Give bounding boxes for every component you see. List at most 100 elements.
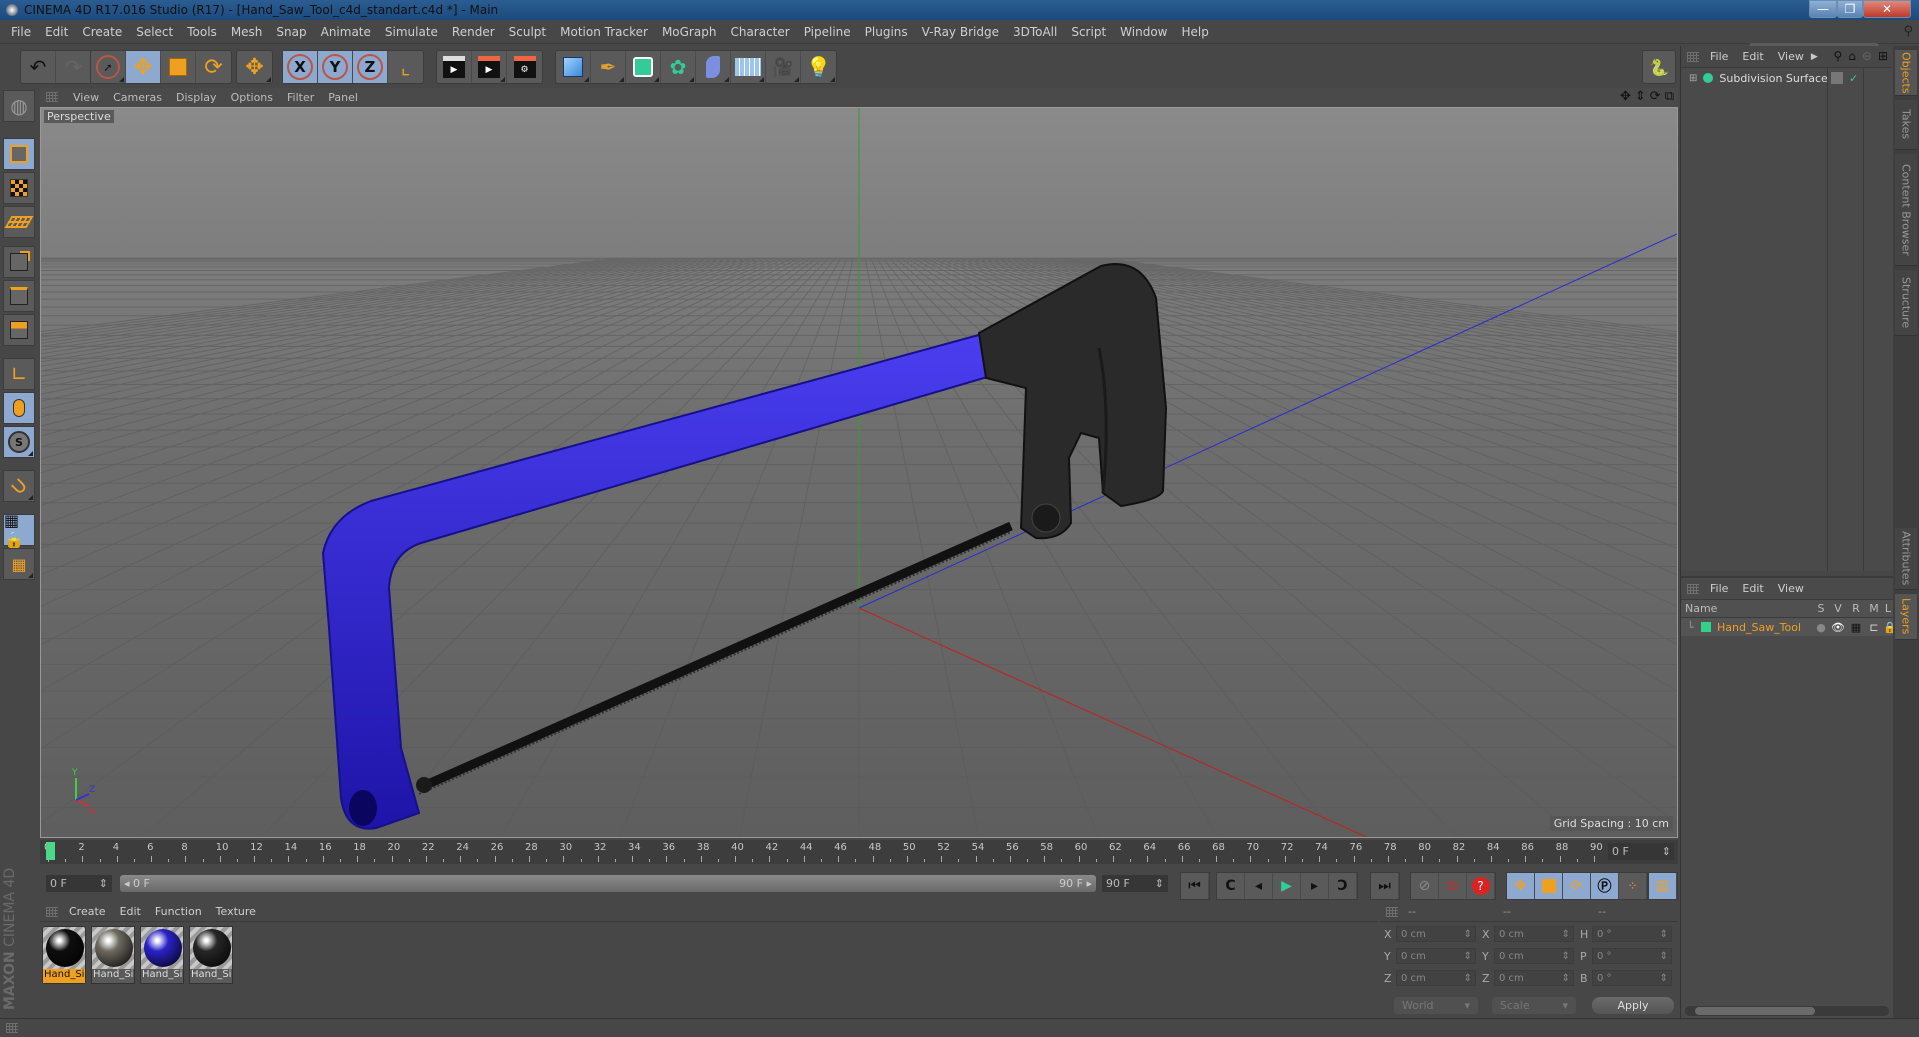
stepper-icon[interactable]: ⇕	[1464, 973, 1472, 984]
viewport-menu-options[interactable]: Options	[224, 91, 280, 104]
menu-help[interactable]: Help	[1174, 25, 1215, 39]
side-tab-takes[interactable]: Takes	[1895, 100, 1917, 150]
stepper-icon[interactable]: ⇕	[1464, 929, 1472, 940]
menu-snap[interactable]: Snap	[269, 25, 313, 39]
panel-gripper-icon[interactable]	[1386, 906, 1398, 917]
viewport-menu-panel[interactable]: Panel	[321, 91, 365, 104]
objects-menu-file[interactable]: File	[1703, 50, 1735, 63]
floor-button[interactable]	[731, 51, 766, 83]
solo-mode-button[interactable]: S	[3, 426, 35, 458]
new-window-icon[interactable]: ⊞	[1878, 49, 1888, 63]
edges-mode-button[interactable]	[3, 280, 35, 312]
model-mode-button[interactable]	[3, 138, 35, 170]
menu-window[interactable]: Window	[1113, 25, 1174, 39]
link-icon[interactable]: ⊖	[1862, 49, 1872, 63]
more-menu-icon[interactable]: ▶	[1811, 52, 1818, 62]
menu-sculpt[interactable]: Sculpt	[502, 25, 553, 39]
tweak-mode-button[interactable]	[3, 392, 35, 424]
move-button[interactable]: ✥	[126, 51, 161, 83]
menu-3dtoall[interactable]: 3DToAll	[1006, 25, 1064, 39]
rotation-field[interactable]: 0 ° ⇕	[1592, 948, 1672, 964]
next-key-button[interactable]: Ↄ	[1329, 873, 1357, 899]
stepper-icon[interactable]: ⇕	[1660, 951, 1668, 962]
minimize-button[interactable]: —	[1809, 0, 1837, 18]
menu-simulate[interactable]: Simulate	[378, 25, 445, 39]
deformer-button[interactable]	[696, 51, 731, 83]
pen-button[interactable]: ✒	[591, 51, 626, 83]
size-field[interactable]: 0 cm ⇕	[1494, 926, 1574, 942]
key-scale-button[interactable]	[1535, 873, 1563, 899]
material-thumbnail[interactable]: Hand_Si	[42, 926, 86, 984]
start-frame-field[interactable]: 0 F ⇕	[46, 875, 112, 892]
side-tab-objects[interactable]: Objects	[1895, 50, 1917, 96]
search-icon[interactable]: ⚲	[1903, 24, 1913, 39]
menu-edit[interactable]: Edit	[38, 25, 75, 39]
apply-button[interactable]: Apply	[1592, 997, 1674, 1014]
rotation-field[interactable]: 0 ° ⇕	[1592, 970, 1672, 986]
undo-button[interactable]: ↶	[21, 51, 56, 83]
side-tab-layers[interactable]: Layers	[1895, 594, 1917, 640]
layers-menu-view[interactable]: View	[1771, 582, 1811, 595]
material-name[interactable]: Hand_Si	[190, 969, 232, 983]
material-thumbnail[interactable]: Hand_Si	[91, 926, 135, 984]
side-tab-attributes[interactable]: Attributes	[1895, 528, 1917, 590]
layer-name[interactable]: Hand_Saw_Tool	[1717, 621, 1813, 634]
frame-range-slider[interactable]: ◂ 0 F 90 F ▸	[120, 875, 1096, 892]
stepper-icon[interactable]: ⇕	[1562, 973, 1570, 984]
material-menu-create[interactable]: Create	[62, 905, 113, 918]
go-to-end-button[interactable]: ⏭	[1371, 873, 1399, 899]
coordinate-system-button[interactable]: ⌞	[388, 51, 423, 83]
material-thumbnail[interactable]: Hand_Si	[189, 926, 233, 984]
workplane-align-button[interactable]: ▦	[3, 548, 35, 580]
render-view-button[interactable]: ▶	[437, 51, 472, 83]
menu-create[interactable]: Create	[75, 25, 129, 39]
play-button[interactable]: ▶	[1273, 873, 1301, 899]
coordinate-mode-dropdown[interactable]: Scale ▾	[1492, 997, 1576, 1014]
restore-button[interactable]: ❐	[1837, 0, 1863, 18]
objects-menu-edit[interactable]: Edit	[1735, 50, 1770, 63]
layer-swatch-icon[interactable]	[1831, 72, 1843, 84]
material-menu-edit[interactable]: Edit	[113, 905, 148, 918]
horizontal-scrollbar[interactable]	[1685, 1006, 1889, 1016]
solo-toggle-icon[interactable]: ●	[1813, 621, 1829, 634]
scrollbar-thumb[interactable]	[1695, 1007, 1815, 1015]
stepper-icon[interactable]: ⇕	[1562, 951, 1570, 962]
menu-animate[interactable]: Animate	[314, 25, 378, 39]
autokeying-button[interactable]: ?	[1467, 873, 1495, 899]
z-axis-button[interactable]: Z	[353, 51, 388, 83]
record-active-objects-button[interactable]: ⊙	[1439, 873, 1467, 899]
previous-frame-button[interactable]: ◂	[1245, 873, 1273, 899]
side-tab-structure[interactable]: Structure	[1895, 270, 1917, 336]
axis-mode-button[interactable]: ∟	[3, 358, 35, 390]
material-menu-function[interactable]: Function	[148, 905, 209, 918]
recent-tool-button[interactable]: ✥	[237, 51, 272, 83]
points-mode-button[interactable]	[3, 246, 35, 278]
current-frame-marker[interactable]	[46, 842, 55, 860]
y-axis-button[interactable]: Y	[318, 51, 353, 83]
panel-gripper-icon[interactable]	[46, 907, 58, 917]
camera-button[interactable]: 🎥	[766, 51, 801, 83]
live-selection-button[interactable]: ➚	[91, 51, 126, 83]
stepper-icon[interactable]: ⇕	[1660, 929, 1668, 940]
rotate-button[interactable]: ⟳	[196, 51, 231, 83]
orbit-icon[interactable]: ⟳	[1650, 89, 1661, 104]
x-axis-button[interactable]: X	[283, 51, 318, 83]
redo-button[interactable]: ↷	[56, 51, 91, 83]
snap-button[interactable]: ∪	[3, 470, 35, 502]
size-field[interactable]: 0 cm ⇕	[1494, 948, 1574, 964]
material-name[interactable]: Hand_Si	[92, 969, 134, 983]
visibility-eye-icon[interactable]: 👁	[1829, 621, 1847, 634]
menu-pipeline[interactable]: Pipeline	[797, 25, 858, 39]
maximize-view-icon[interactable]: ⧉	[1665, 89, 1674, 104]
viewport-menu-filter[interactable]: Filter	[280, 91, 321, 104]
panel-gripper-icon[interactable]	[6, 1023, 18, 1033]
lock-workplane-button[interactable]: ▦🔒	[3, 511, 35, 549]
subdivision-surface-button[interactable]	[626, 51, 661, 83]
render-clapper-icon[interactable]: ▦	[1847, 621, 1865, 634]
end-frame-field[interactable]: 90 F ⇕	[1102, 875, 1168, 892]
motion-record-button[interactable]: ⊘	[1411, 873, 1439, 899]
timeline-ruler[interactable]: 0246810121416182022242628303234363840424…	[40, 840, 1678, 864]
scale-button[interactable]	[161, 51, 196, 83]
workplane-mode-button[interactable]	[3, 206, 35, 238]
python-button[interactable]: 🐍	[1643, 51, 1675, 83]
